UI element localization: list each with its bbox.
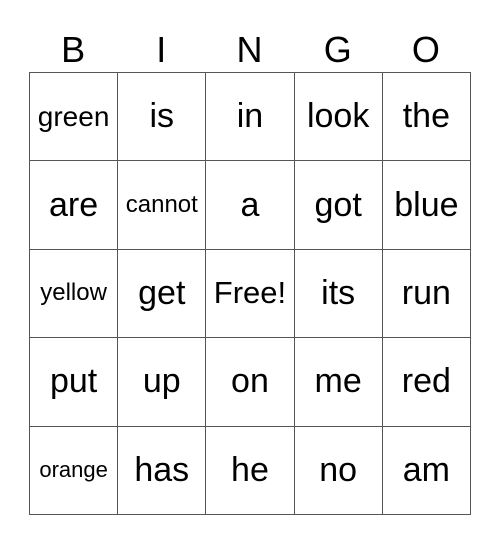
bingo-cell: a xyxy=(205,160,295,250)
grid-row: green is in look the xyxy=(28,71,472,162)
header-letter-i: I xyxy=(156,29,167,70)
grid-row: orange has he no am xyxy=(28,425,472,516)
bingo-cell: up xyxy=(117,337,207,427)
bingo-cell: no xyxy=(293,425,383,516)
header-letter-o: O xyxy=(411,29,440,70)
bingo-cell: he xyxy=(205,425,295,516)
grid-row: yellow get Free! its run xyxy=(28,248,472,339)
bingo-cell: run xyxy=(381,248,472,339)
free-cell: Free! xyxy=(205,248,295,339)
bingo-cell: blue xyxy=(381,160,472,250)
bingo-cell: me xyxy=(293,337,383,427)
header-letter-n: N xyxy=(236,29,263,70)
bingo-cell: orange xyxy=(28,425,119,516)
bingo-cell: put xyxy=(28,337,119,427)
grid-row: put up on me red xyxy=(28,337,472,427)
bingo-grid: green is in look the are cannot a got bl… xyxy=(28,71,472,516)
bingo-cell: on xyxy=(205,337,295,427)
bingo-cell: look xyxy=(293,71,383,162)
bingo-cell: am xyxy=(381,425,472,516)
header-letter-g: G xyxy=(323,29,352,70)
bingo-header: B I N G O xyxy=(29,28,470,72)
bingo-cell: get xyxy=(117,248,207,339)
header-letter-b: B xyxy=(61,29,86,70)
bingo-cell: the xyxy=(381,71,472,162)
bingo-cell: cannot xyxy=(117,160,207,250)
bingo-cell: its xyxy=(293,248,383,339)
bingo-cell: has xyxy=(117,425,207,516)
bingo-cell: green xyxy=(28,71,119,162)
bingo-cell: yellow xyxy=(28,248,119,339)
bingo-cell: red xyxy=(381,337,472,427)
grid-row: are cannot a got blue xyxy=(28,160,472,250)
bingo-cell: are xyxy=(28,160,119,250)
bingo-cell: got xyxy=(293,160,383,250)
bingo-cell: is xyxy=(117,71,207,162)
bingo-cell: in xyxy=(205,71,295,162)
